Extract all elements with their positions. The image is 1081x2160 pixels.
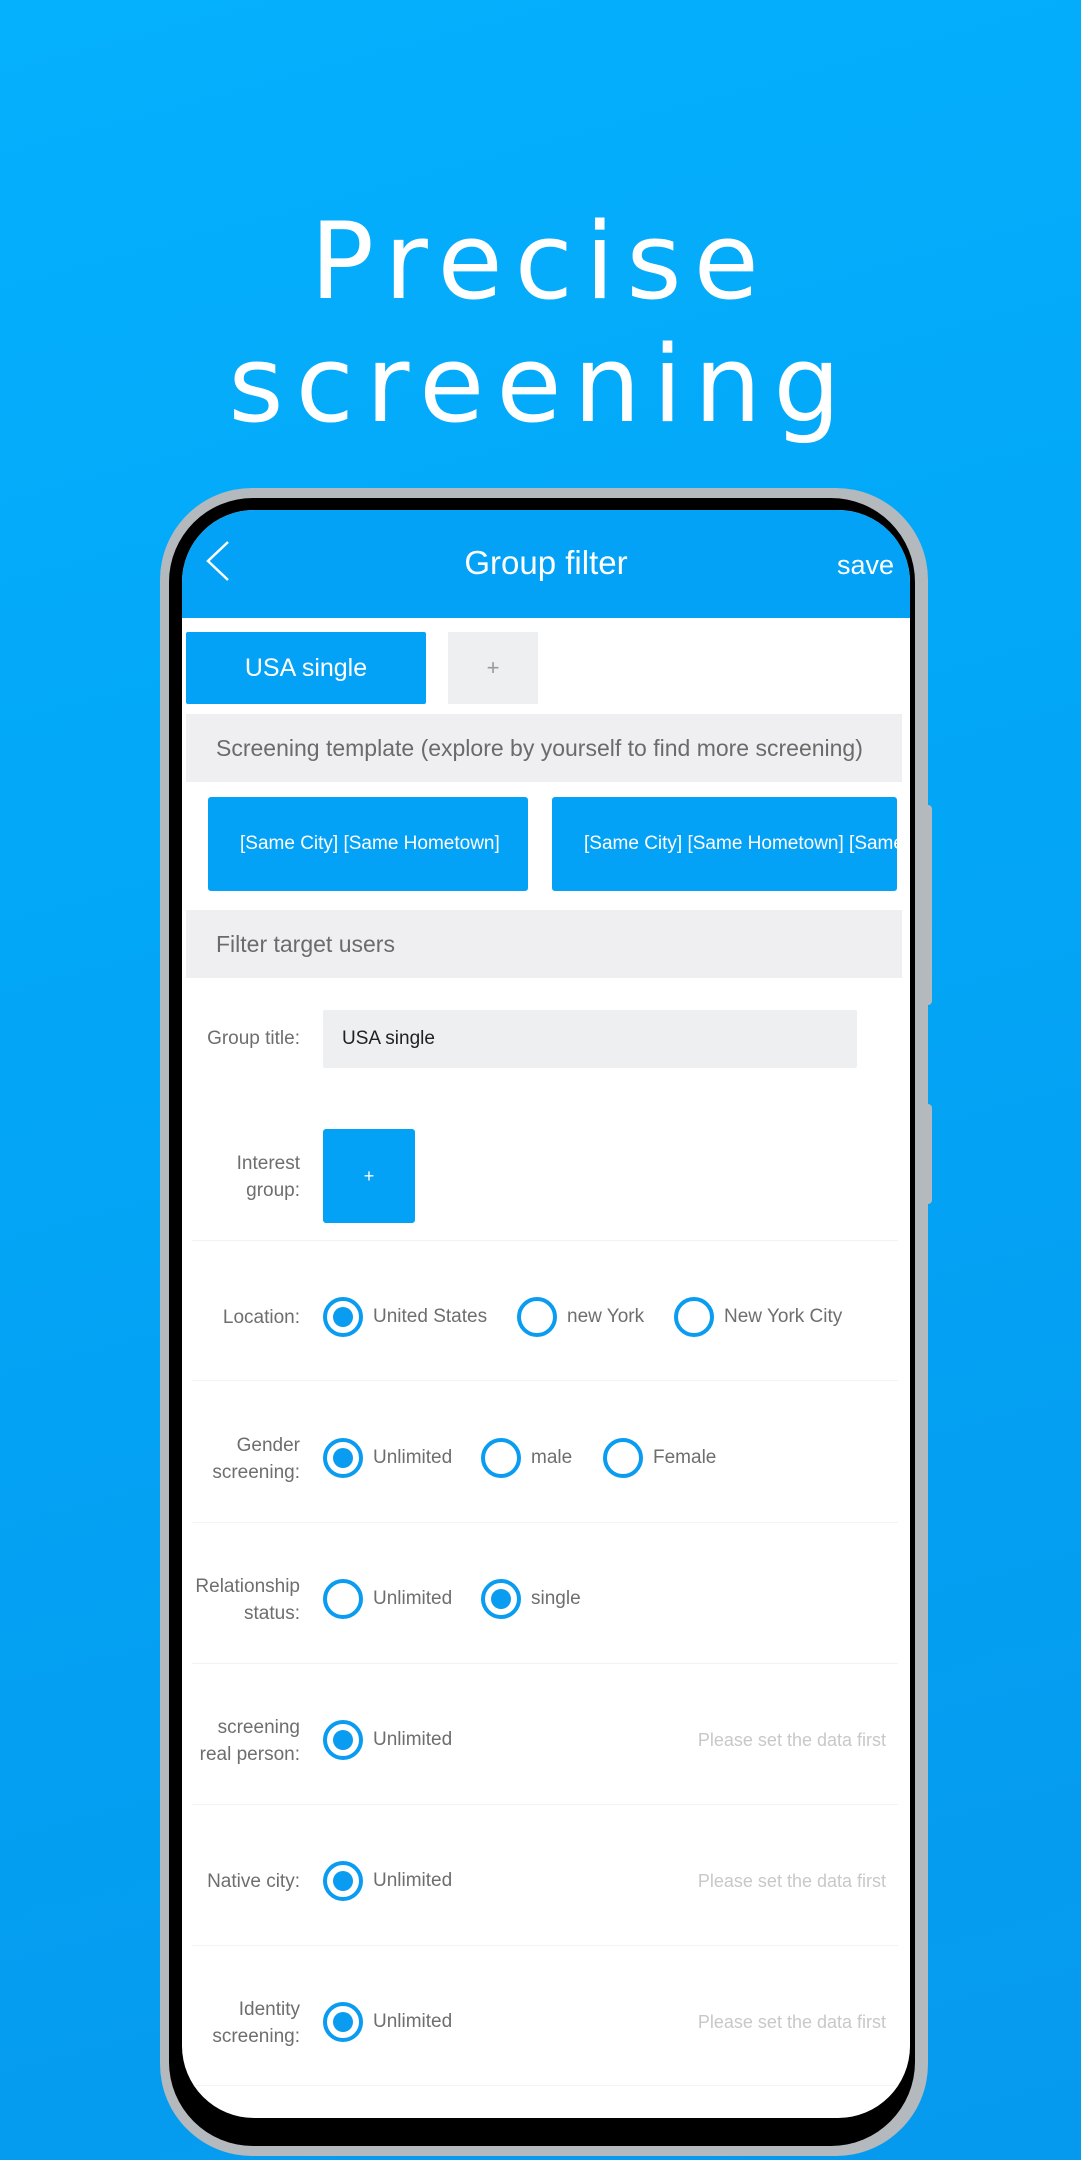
location-label: Location: [222, 1307, 300, 1328]
radio-identity-unlimited[interactable]: Unlimited [323, 2002, 452, 2042]
navbar: Group filter save [182, 510, 910, 618]
radio-checked-icon [323, 1861, 363, 1901]
radio-native-city-unlimited[interactable]: Unlimited [323, 1861, 452, 1901]
radio-gender-unlimited[interactable]: Unlimited [323, 1438, 452, 1478]
gender-label: Gender screening: [212, 1435, 300, 1483]
radio-gender-female[interactable]: Female [603, 1438, 716, 1478]
identity-hint: Please set the data first [697, 2012, 886, 2032]
filter-section-header: Filter target users [186, 910, 902, 978]
radio-unchecked-icon [603, 1438, 643, 1478]
save-button[interactable]: save [837, 550, 894, 581]
radio-location-new-york-city[interactable]: New York City [674, 1297, 842, 1337]
group-title-label: Group title: [207, 1028, 300, 1049]
group-tab-usa-single[interactable]: USA single [186, 632, 426, 704]
radio-unchecked-icon [481, 1438, 521, 1478]
page-title: Group filter [464, 544, 628, 581]
divider [192, 1522, 898, 1523]
radio-location-united-states[interactable]: United States [323, 1297, 487, 1337]
radio-real-person-unlimited[interactable]: Unlimited [323, 1720, 452, 1760]
native-city-hint: Please set the data first [697, 1871, 886, 1891]
real-person-label: screening real person: [199, 1717, 300, 1765]
interest-group-label: Interest group: [236, 1153, 300, 1201]
divider [192, 1804, 898, 1805]
divider [192, 1945, 898, 1946]
divider [192, 2085, 898, 2086]
radio-checked-icon [323, 1438, 363, 1478]
radio-checked-icon [323, 2002, 363, 2042]
radio-relationship-unlimited[interactable]: Unlimited [323, 1579, 452, 1619]
radio-checked-icon [323, 1720, 363, 1760]
phone-side-button [924, 1104, 932, 1204]
real-person-hint: Please set the data first [697, 1730, 886, 1750]
radio-unchecked-icon [323, 1579, 363, 1619]
radio-checked-icon [323, 1297, 363, 1337]
identity-label: Identity screening: [212, 1999, 300, 2047]
app-screen: Group filter save USA single + Screening… [182, 510, 910, 2118]
group-title-input[interactable] [323, 1010, 857, 1068]
add-interest-group-button[interactable]: + [323, 1129, 415, 1223]
radio-location-new-york[interactable]: new York [517, 1297, 644, 1337]
radio-unchecked-icon [517, 1297, 557, 1337]
radio-gender-male[interactable]: male [481, 1438, 572, 1478]
radio-checked-icon [481, 1579, 521, 1619]
relationship-label: Relationship status: [195, 1576, 300, 1624]
divider [192, 1380, 898, 1381]
template-card[interactable]: [Same City] [Same Hometown] [Same [552, 797, 897, 891]
native-city-label: Native city: [207, 1871, 300, 1892]
headline: Precise screening [228, 200, 853, 446]
add-group-button[interactable]: + [448, 632, 538, 704]
divider [192, 1663, 898, 1664]
template-section-header: Screening template (explore by yourself … [186, 714, 902, 782]
radio-relationship-single[interactable]: single [481, 1579, 581, 1619]
template-card[interactable]: [Same City] [Same Hometown] [208, 797, 528, 891]
radio-unchecked-icon [674, 1297, 714, 1337]
divider [192, 1240, 898, 1241]
phone-side-button [924, 805, 932, 1005]
